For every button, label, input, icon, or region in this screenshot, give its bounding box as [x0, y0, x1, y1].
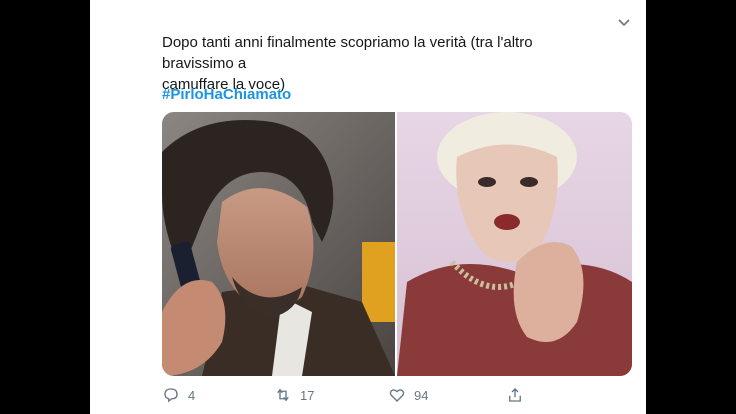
tweet-text-line-1: Dopo tanti anni finalmente scopriamo la …	[162, 34, 533, 72]
hashtag-link[interactable]: #PirloHaChiamato	[162, 84, 291, 105]
share-button[interactable]	[506, 386, 524, 404]
reply-count: 4	[188, 387, 196, 403]
retweet-icon	[274, 386, 292, 404]
share-icon	[506, 386, 524, 404]
retweet-count: 17	[300, 387, 315, 403]
retweet-button[interactable]: 17	[274, 386, 314, 404]
reply-button[interactable]: 4	[162, 386, 195, 404]
tweet-actions: 4 17 94	[162, 384, 602, 406]
like-icon	[388, 386, 406, 404]
reply-icon	[162, 386, 180, 404]
like-button[interactable]: 94	[388, 386, 428, 404]
tweet-card: Dopo tanti anni finalmente scopriamo la …	[90, 0, 646, 414]
woman-talking-photo[interactable]	[397, 112, 632, 376]
chevron-down-icon[interactable]	[616, 14, 632, 30]
man-on-phone-photo[interactable]	[162, 112, 397, 376]
like-count: 94	[414, 387, 429, 403]
tweet-media[interactable]	[162, 112, 632, 376]
